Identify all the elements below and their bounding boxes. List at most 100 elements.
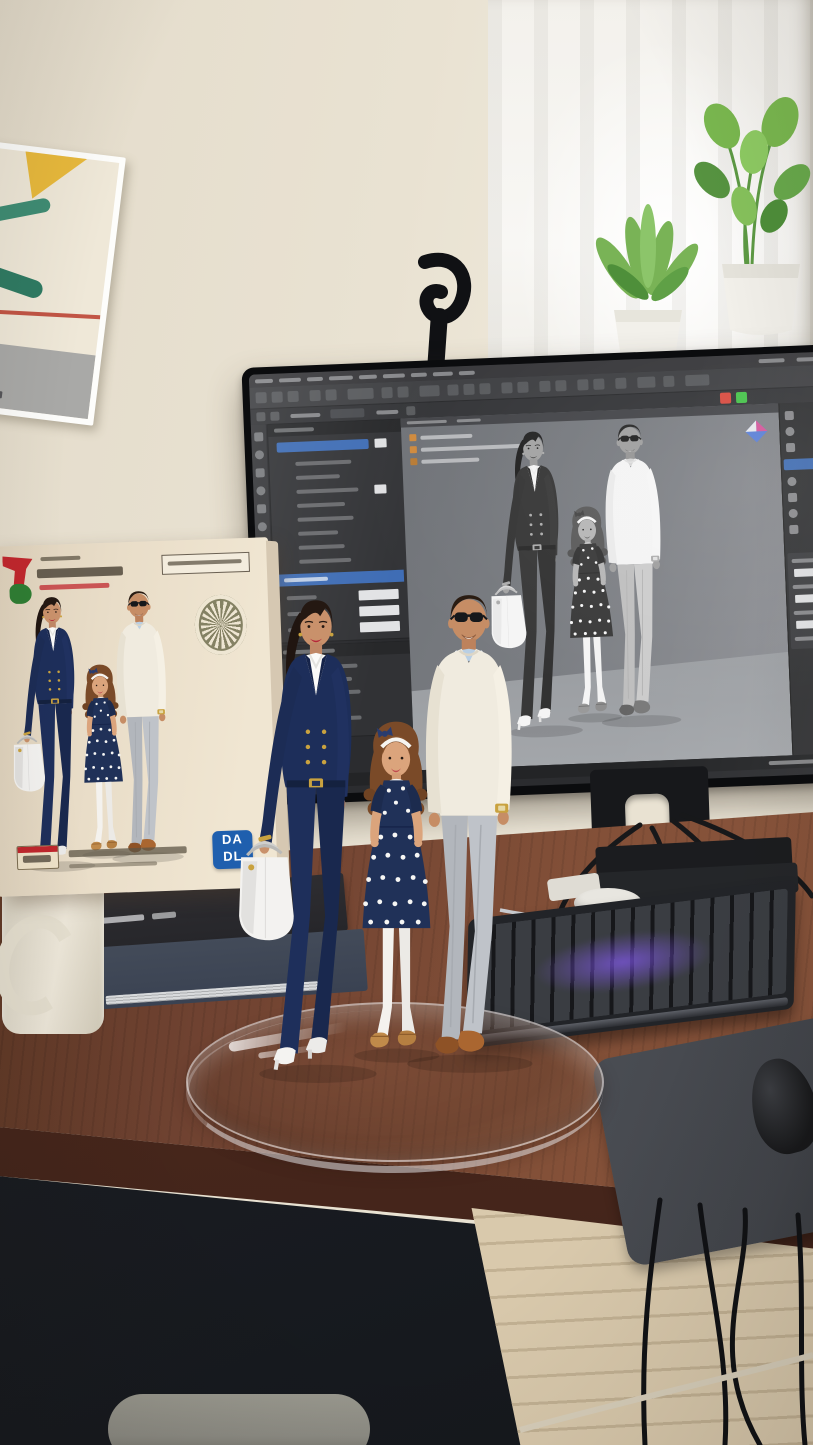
tool-icon [615,378,626,389]
option-label [290,413,320,418]
tool-dropdown [347,388,373,400]
panel-tab-icon [789,525,798,534]
logo-small-text [40,556,80,561]
nav-gizmo-icon [743,418,770,445]
photo-desk-figurine-scene: DA DL [0,0,813,1445]
row-button [374,484,386,493]
tool-icon [270,412,279,421]
panel-tab-icon [785,427,794,436]
panel-title [274,427,314,433]
list-row [296,474,340,480]
tool-icon [255,468,264,477]
right-subpanel [787,552,813,650]
tool-icon [539,381,550,392]
tool-icon [517,382,528,393]
subpanel-row [795,636,813,640]
status-text [769,759,813,765]
mug-handle [0,906,87,1024]
option-label [376,410,398,415]
panel-header [268,420,402,437]
selected-panel-tab [784,458,813,471]
tool-icon [397,386,408,397]
tool-icon [501,382,512,393]
panel-tab-icon [785,411,794,420]
menu-item [255,379,273,384]
menu-item [383,373,405,378]
active-input-field [276,439,368,453]
field-button [374,438,386,447]
panel-tab-icon [786,443,795,452]
badge-red-band [17,846,57,853]
menu-item [359,375,377,380]
tool-icon [254,432,263,441]
object-icon [410,458,417,465]
menu-item [411,373,427,378]
book-spine-text [98,914,144,924]
tool-icon [479,383,490,394]
panel-tab-icon [788,493,797,502]
list-row [295,460,351,466]
tool-icon [325,389,336,400]
menu-item [796,357,813,362]
subpanel-field [796,620,813,629]
poster-green-stroke [0,197,51,223]
outliner-label [421,458,479,464]
tool-icon [447,384,458,395]
tool-icon [256,486,265,495]
box-title-text [168,559,242,566]
tool-icon [593,378,604,389]
book-spine-text [152,911,176,919]
menu-item [329,376,353,381]
list-row [299,558,351,564]
tool-icon [463,384,474,395]
list-row [299,544,345,550]
tool-icon [381,387,392,398]
tool-icon [255,450,264,459]
poster-red-line [0,308,100,319]
logo-title-text [37,566,123,578]
tool-icon [271,391,282,402]
list-row [298,516,354,522]
menu-item [759,358,785,363]
outliner-label [420,434,472,440]
subpanel-row [792,558,813,563]
viewport-header-text [407,420,447,425]
list-row [297,502,345,508]
subpanel-field [794,568,813,577]
chair-armrest [108,1394,370,1445]
tool-dropdown [419,385,439,397]
menu-item [279,378,301,383]
subpanel-field [795,594,813,603]
tool-icon [309,390,320,401]
tool-icon [577,379,588,390]
menu-item [459,371,475,376]
tool-icon [256,412,265,421]
tool-icon [287,391,298,402]
tool-dropdown [685,374,709,386]
tool-icon [637,376,655,388]
list-row [296,487,358,493]
poster-yellow-shape [18,147,94,206]
box-title-strip [161,552,250,575]
tool-icon [555,380,566,391]
box-scale-badge [16,845,59,870]
panel-tab-icon [789,509,798,518]
green-color-swatch [736,392,747,403]
red-color-swatch [720,392,731,403]
hanging-cables [500,1150,813,1445]
poster-green-stroke [0,257,45,300]
box-art-family [1,582,207,877]
tool-icon [257,504,266,513]
option-field [330,408,364,418]
collection-icon [410,446,417,453]
list-row [298,530,338,536]
tool-icon [663,376,674,387]
panel-tab-icon [787,477,796,486]
badge-text [23,855,51,863]
menu-item [433,372,453,377]
poster-gray-strip [0,339,96,419]
menu-item [307,377,323,382]
subpanel-row [793,584,813,588]
subpanel-row [794,610,813,615]
tool-icon [258,522,267,531]
